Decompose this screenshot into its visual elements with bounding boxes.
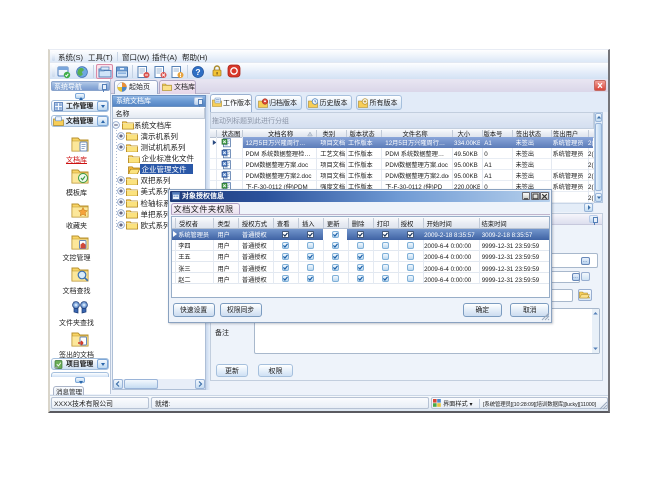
svg-text:?: ? bbox=[195, 67, 200, 77]
